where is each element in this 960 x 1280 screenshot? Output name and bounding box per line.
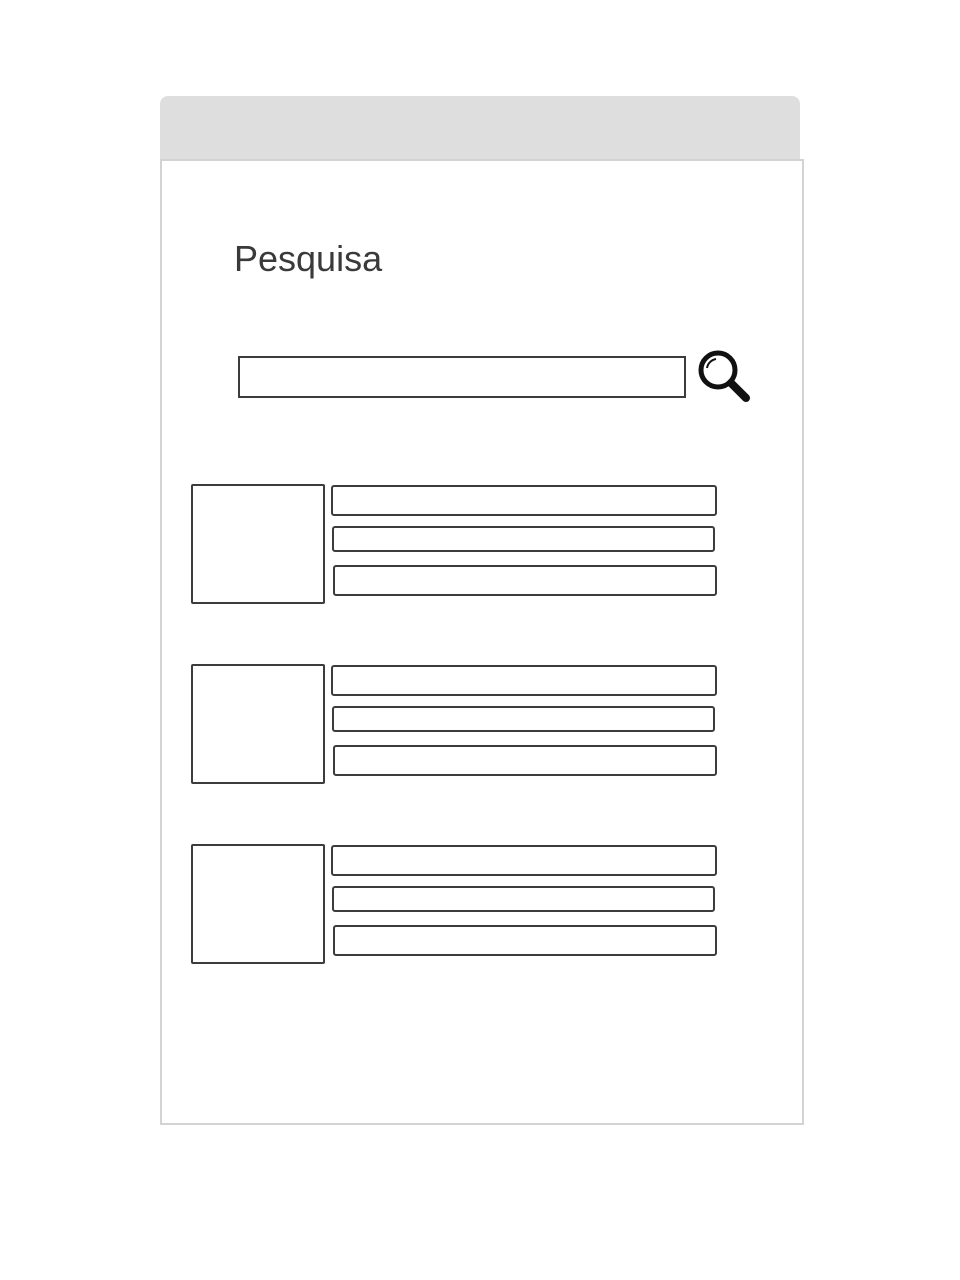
- result-description: [333, 565, 717, 596]
- window-header-bar: [160, 96, 800, 160]
- list-item[interactable]: [191, 664, 721, 786]
- search-input[interactable]: [238, 356, 686, 398]
- result-subtitle: [332, 706, 715, 732]
- list-item[interactable]: [191, 844, 721, 966]
- result-description: [333, 745, 717, 776]
- page-title: Pesquisa: [234, 238, 383, 279]
- result-title: [331, 845, 717, 876]
- window-body: [160, 159, 804, 1125]
- result-subtitle: [332, 526, 715, 552]
- result-thumbnail: [191, 664, 325, 784]
- result-title: [331, 485, 717, 516]
- result-title: [331, 665, 717, 696]
- search-icon[interactable]: [694, 346, 754, 406]
- result-subtitle: [332, 886, 715, 912]
- list-item[interactable]: [191, 484, 721, 606]
- result-description: [333, 925, 717, 956]
- result-thumbnail: [191, 844, 325, 964]
- result-thumbnail: [191, 484, 325, 604]
